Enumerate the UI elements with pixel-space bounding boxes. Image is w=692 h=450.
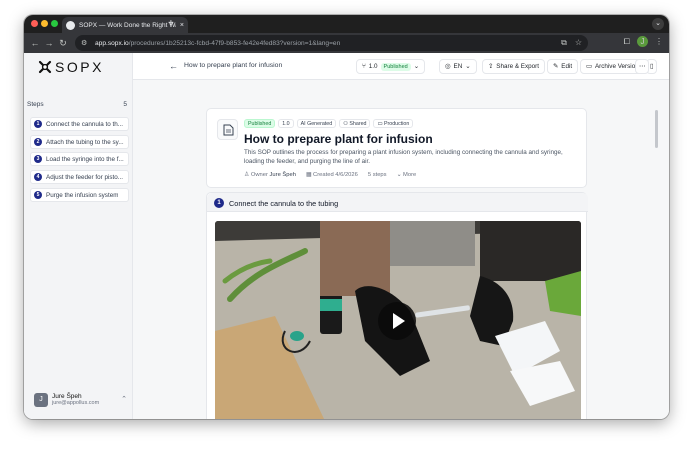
back-icon[interactable]: ← (28, 36, 42, 50)
steps-header: Steps 5 (27, 101, 127, 108)
language-select[interactable]: ◎ EN ⌄ (439, 59, 477, 74)
url-text: app.sopx.io/procedures/1b25213c-fcbd-47f… (95, 39, 341, 47)
page-header: ← How to prepare plant for infusion ⑂ 1.… (133, 53, 669, 80)
page-scrollbar[interactable] (655, 110, 658, 148)
chevron-updown-icon[interactable]: ⌃ (121, 395, 127, 403)
user-email: jure@appollus.com (52, 400, 100, 406)
sidebar-step-1[interactable]: 1 Connect the cannula to th... (30, 117, 129, 131)
step-number: 1 (34, 120, 42, 128)
version-status-badge: Published (380, 62, 411, 71)
share-icon: ⇪ (488, 63, 494, 70)
site-info-icon[interactable]: ⚙ (81, 39, 90, 48)
globe-icon: ◎ (445, 63, 451, 70)
header-title: How to prepare plant for infusion (184, 62, 283, 69)
step-label: Attach the tubing to the sy... (46, 138, 124, 146)
step-title: Connect the cannula to the tubing (229, 199, 339, 208)
new-tab-button[interactable]: + (168, 17, 174, 31)
minimize-window-button[interactable] (41, 20, 48, 27)
play-button-icon[interactable] (378, 302, 416, 340)
sidebar-step-2[interactable]: 2 Attach the tubing to the sy... (30, 135, 129, 149)
edit-button[interactable]: ✎ Edit (547, 59, 579, 74)
step-number: 3 (34, 155, 42, 163)
maximize-window-button[interactable] (51, 20, 58, 27)
tab-search-icon[interactable]: ⌄ (652, 18, 664, 30)
archive-icon: ▭ (586, 63, 592, 70)
back-arrow-icon[interactable]: ← (169, 61, 178, 71)
step-header: 1 Connect the cannula to the tubing (207, 193, 588, 212)
spacer (663, 59, 669, 74)
sidebar-step-5[interactable]: 5 Purge the infusion system (30, 188, 129, 202)
tab-strip: SOPX — Work Done the Right Way × + ⌄ (24, 15, 669, 33)
forward-icon[interactable]: → (42, 36, 56, 50)
favicon-icon (66, 20, 75, 30)
step-label: Adjust the feeder for pisto... (46, 173, 124, 181)
branch-icon: ⑂ (362, 63, 366, 70)
edit-label: Edit (561, 63, 573, 70)
browser-window: SOPX — Work Done the Right Way × + ⌄ ← →… (24, 15, 669, 419)
badge-ai-generated: AI Generated (296, 119, 337, 128)
step-video[interactable] (215, 221, 581, 419)
created-meta: ▦ Created 4/6/2026 (305, 172, 358, 178)
badge-shared: ⚇ Shared (339, 119, 371, 128)
step-card: 1 Connect the cannula to the tubing (206, 192, 588, 419)
extensions-icon[interactable]: ⧠ (624, 37, 630, 47)
more-toggle[interactable]: ⌄ More (397, 172, 417, 178)
sop-title: How to prepare plant for infusion (244, 132, 433, 146)
step-number-badge: 1 (214, 198, 224, 208)
sop-badges: Published 1.0 AI Generated ⚇ Shared ▭ Pr… (244, 119, 414, 128)
reload-icon[interactable]: ↻ (56, 36, 70, 50)
language-value: EN (453, 63, 463, 70)
step-label: Load the syringe into the f... (46, 155, 124, 163)
steps-meta: 5 steps (367, 172, 387, 178)
chevron-down-icon: ⌄ (413, 63, 419, 70)
bookmark-icon: ▯ (650, 63, 654, 70)
document-icon (217, 119, 238, 140)
browser-toolbar: ← → ↻ ⚙ app.sopx.io/procedures/1b25213c-… (24, 33, 669, 53)
pencil-icon: ✎ (553, 63, 559, 70)
tab-title: SOPX — Work Done the Right Way (79, 21, 176, 29)
sop-meta: ♙ Owner Jure Špeh ▦ Created 4/6/2026 5 s… (244, 172, 416, 178)
sop-description: This SOP outlines the process for prepar… (244, 149, 563, 165)
main-content: Published 1.0 AI Generated ⚇ Shared ▭ Pr… (133, 80, 660, 419)
bookmark-star-icon[interactable]: ☆ (575, 38, 582, 48)
steps-count: 5 (123, 101, 127, 108)
sopx-logo[interactable]: SOPX (38, 59, 104, 75)
step-number: 5 (34, 191, 42, 199)
badge-version: 1.0 (278, 119, 294, 128)
share-label: Share & Export (496, 63, 539, 70)
sidebar-step-3[interactable]: 3 Load the syringe into the f... (30, 152, 129, 166)
install-app-icon[interactable]: ⧉ (561, 38, 567, 48)
owner-meta: ♙ Owner Jure Špeh (244, 172, 296, 178)
browser-menu-icon[interactable]: ⋮ (655, 37, 663, 46)
user-name: Jure Špeh (52, 393, 82, 400)
more-options-button[interactable]: ⋯ (635, 59, 650, 74)
close-tab-icon[interactable]: × (180, 22, 184, 29)
version-number: 1.0 (368, 63, 378, 70)
step-label: Purge the infusion system (46, 191, 119, 199)
address-bar[interactable]: ⚙ app.sopx.io/procedures/1b25213c-fcbd-4… (75, 35, 588, 51)
sidebar: SOPX Steps 5 1 Connect the cannula to th… (24, 53, 133, 419)
steps-label: Steps (27, 101, 44, 108)
sop-summary-card: Published 1.0 AI Generated ⚇ Shared ▭ Pr… (206, 108, 587, 188)
chevron-down-icon: ⌄ (465, 63, 471, 70)
step-label: Connect the cannula to th... (46, 120, 124, 128)
badge-production: ▭ Production (373, 119, 414, 128)
step-number: 2 (34, 138, 42, 146)
user-avatar: J (34, 393, 48, 407)
share-export-button[interactable]: ⇪ Share & Export (482, 59, 545, 74)
close-window-button[interactable] (31, 20, 38, 27)
sopx-logo-icon (38, 60, 52, 74)
ellipsis-icon: ⋯ (639, 63, 646, 70)
sidebar-step-4[interactable]: 4 Adjust the feeder for pisto... (30, 170, 129, 184)
version-select[interactable]: ⑂ 1.0 Published ⌄ (356, 59, 425, 74)
app-root: SOPX Steps 5 1 Connect the cannula to th… (24, 53, 669, 419)
step-number: 4 (34, 173, 42, 181)
user-menu[interactable]: J Jure Špeh jure@appollus.com ⌃ (34, 393, 129, 407)
badge-published: Published (244, 119, 276, 128)
profile-avatar[interactable]: J (637, 36, 648, 47)
logo-text: SOPX (55, 59, 104, 75)
archive-label: Archive Version (594, 63, 639, 70)
